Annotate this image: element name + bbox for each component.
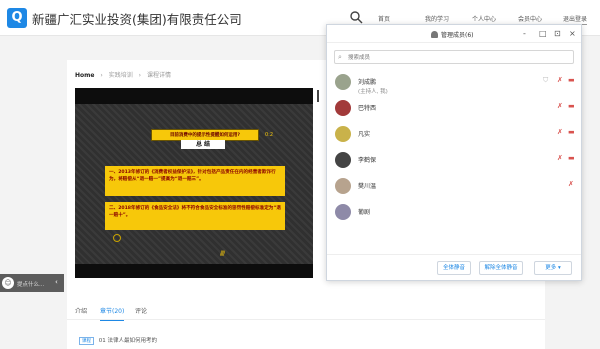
breadcrumb-training[interactable]: 实践培训 xyxy=(109,72,133,79)
mic-off-icon[interactable]: ✗ xyxy=(557,128,563,136)
member-name: 葡剧 xyxy=(358,209,371,216)
slide-content: 目前消费中的提示性提醒如何运用? 0:2 总 结 一、2013年修订的《消费者权… xyxy=(75,104,313,264)
camera-off-icon[interactable]: ▬ xyxy=(568,128,575,136)
ask-placeholder: 提点什么... xyxy=(17,282,45,288)
text-cursor-icon xyxy=(317,90,319,102)
camera-off-icon[interactable]: ▬ xyxy=(568,102,575,110)
chapter-tag: 课程 xyxy=(79,337,94,345)
panel-footer: 全体静音 解除全体静音 更多 ▾ xyxy=(327,254,581,281)
decoration-stripes-icon: //// xyxy=(220,250,225,257)
member-row[interactable]: 刘成鹏 (主持人, 我) ⛉ ✗ ▬ xyxy=(327,72,581,96)
avatar xyxy=(335,74,351,90)
member-row[interactable]: 李鹤保 ✗ ▬ xyxy=(327,150,581,174)
panel-titlebar: 管理成员(6) - □ ⊡ × xyxy=(327,25,581,43)
panel-title-text: 管理成员(6) xyxy=(441,32,474,39)
ask-question-bar[interactable]: ☺ 提点什么... ‹ xyxy=(0,274,64,292)
member-name: 凡实 xyxy=(358,131,371,138)
member-name: 樊川温 xyxy=(358,183,377,190)
camera-off-icon[interactable]: ▬ xyxy=(568,154,575,162)
camera-off-icon[interactable]: ▬ xyxy=(568,76,575,84)
mic-off-icon[interactable]: ✗ xyxy=(557,76,563,84)
camera-off-icon[interactable]: ✗ xyxy=(568,180,574,188)
avatar xyxy=(335,100,351,116)
mute-all-button[interactable]: 全体静音 xyxy=(437,261,471,275)
panel-title: 管理成员(6) xyxy=(431,30,474,39)
org-name: 新疆广汇实业投资(集团)有限责任公司 xyxy=(32,12,242,27)
app-logo[interactable]: Q xyxy=(7,8,27,28)
breadcrumb-home[interactable]: Home xyxy=(75,72,94,79)
search-icon: ⌕ xyxy=(338,53,342,61)
avatar xyxy=(335,178,351,194)
breadcrumb-separator: › xyxy=(138,72,142,79)
member-management-panel: 管理成员(6) - □ ⊡ × ⌕ 刘成鹏 (主持人, 我) ⛉ ✗ ▬ 巴特西… xyxy=(326,24,582,281)
slide-subtitle: 总 结 xyxy=(181,140,225,149)
decoration-circle-icon xyxy=(113,234,121,242)
mic-off-icon[interactable]: ✗ xyxy=(557,154,563,162)
mic-off-icon[interactable]: ✗ xyxy=(557,102,563,110)
member-name: 刘成鹏 xyxy=(358,79,377,86)
unmute-all-button[interactable]: 解除全体静音 xyxy=(479,261,523,275)
member-role: (主持人, 我) xyxy=(358,89,388,95)
slide-point-2: 二、2018年修订的《食品安全法》将不符合食品安全标准的惩罚性赔偿标准定为“退一… xyxy=(105,202,285,230)
tab-chapters[interactable]: 章节(20) xyxy=(100,306,125,321)
shield-icon[interactable]: ⛉ xyxy=(543,76,548,85)
course-tabs: 介绍 章节(20) 评论 xyxy=(67,300,545,321)
member-search: ⌕ xyxy=(334,50,574,64)
avatar xyxy=(335,152,351,168)
maximize-icon[interactable]: □ xyxy=(539,29,547,38)
restore-icon[interactable]: ⊡ xyxy=(554,29,561,38)
avatar xyxy=(335,126,351,142)
breadcrumb: Home › 实践培训 › 课程详情 xyxy=(75,70,171,79)
close-icon[interactable]: × xyxy=(569,29,576,38)
member-name: 李鹤保 xyxy=(358,157,377,164)
member-row[interactable]: 凡实 ✗ ▬ xyxy=(327,124,581,148)
user-group-icon xyxy=(431,31,438,38)
video-player[interactable]: 目前消费中的提示性提醒如何运用? 0:2 总 结 一、2013年修订的《消费者权… xyxy=(75,88,313,278)
search-icon[interactable] xyxy=(349,10,363,24)
tab-comments[interactable]: 评论 xyxy=(135,306,147,315)
member-row[interactable]: 巴特西 ✗ ▬ xyxy=(327,98,581,122)
nav-personal-center[interactable]: 个人中心 xyxy=(472,14,496,23)
member-search-input[interactable] xyxy=(348,52,568,63)
avatar xyxy=(335,204,351,220)
more-button[interactable]: 更多 ▾ xyxy=(534,261,572,275)
nav-member-center[interactable]: 会员中心 xyxy=(518,14,542,23)
member-row[interactable]: 樊川温 ✗ xyxy=(327,176,581,200)
breadcrumb-separator: › xyxy=(100,72,103,79)
member-row[interactable]: 葡剧 xyxy=(327,202,581,226)
chapter-item[interactable]: 课程 01 法律人最如何用考的 xyxy=(79,336,157,345)
collapse-arrow-icon[interactable]: ‹ xyxy=(55,278,58,286)
member-name: 巴特西 xyxy=(358,105,377,112)
chapter-title: 01 法律人最如何用考的 xyxy=(98,338,157,344)
tab-intro[interactable]: 介绍 xyxy=(75,306,87,315)
slide-point-1: 一、2013年修订的《消费者权益保护法》，针对包括产品责任在内的经营者欺诈行为，… xyxy=(105,166,285,196)
slide-page-number: 0:2 xyxy=(265,132,274,138)
breadcrumb-current: 课程详情 xyxy=(146,72,171,79)
chat-icon: ☺ xyxy=(2,277,14,289)
minimize-icon[interactable]: - xyxy=(523,29,526,38)
